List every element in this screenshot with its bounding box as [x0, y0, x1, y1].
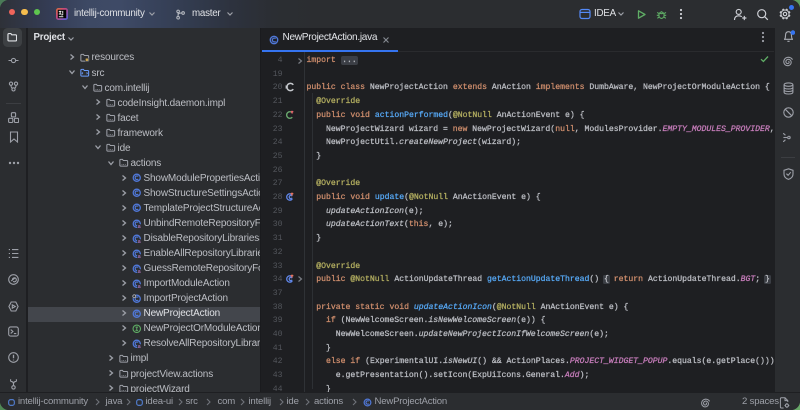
svg-text:a: a [138, 224, 141, 229]
svg-text:a: a [138, 269, 141, 274]
svg-text:a: a [138, 344, 141, 349]
svg-text:a: a [138, 284, 141, 289]
svg-text:a: a [138, 239, 141, 244]
svg-text:a: a [138, 254, 141, 259]
